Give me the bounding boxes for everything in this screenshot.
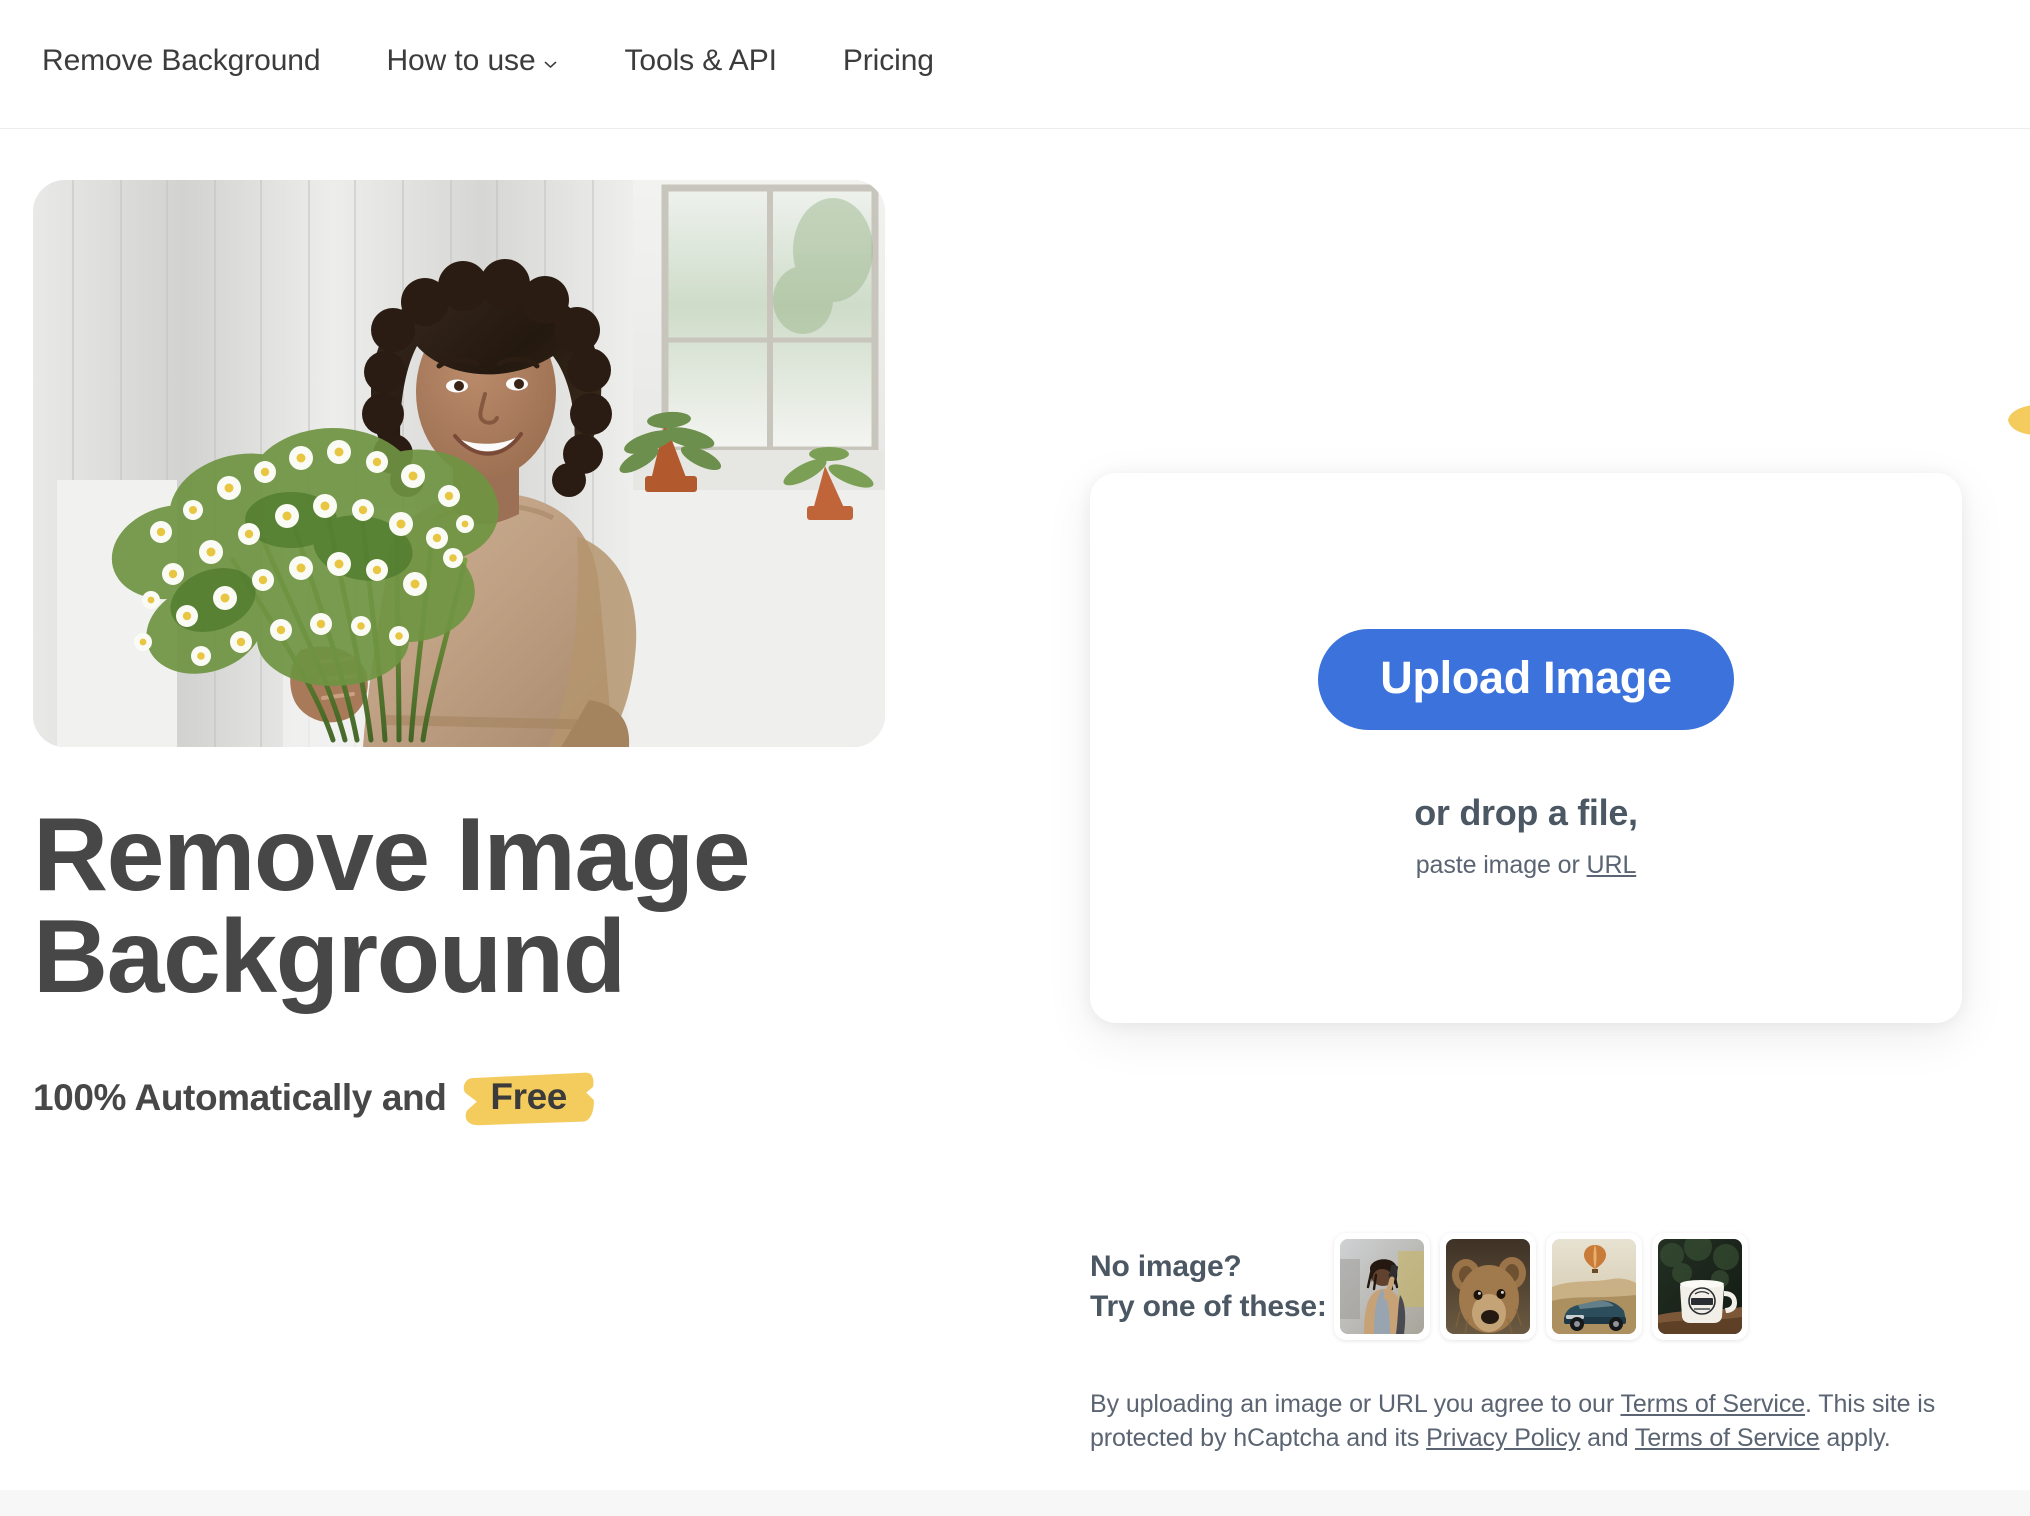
sample-thumbnail-bear[interactable]: [1440, 1233, 1536, 1340]
nav-item-remove-background[interactable]: Remove Background: [42, 36, 321, 86]
drop-file-text: or drop a file,: [1414, 792, 1638, 833]
terms-of-service-link-1[interactable]: Terms of Service: [1620, 1390, 1805, 1418]
legal-part-3: and: [1580, 1423, 1635, 1452]
legal-disclaimer: By uploading an image or URL you agree t…: [1090, 1388, 1970, 1455]
bottom-band: [0, 1490, 2030, 1516]
decorative-yellow-blob: [2008, 405, 2030, 435]
legal-part-1: By uploading an image or URL you agree t…: [1090, 1390, 1621, 1418]
sample-label-line-1: No image?: [1090, 1249, 1242, 1283]
url-link[interactable]: URL: [1587, 851, 1637, 879]
legal-part-4: apply.: [1819, 1423, 1891, 1452]
thumbnail-image: [1446, 1239, 1530, 1334]
page-title-line-2: Background: [33, 898, 626, 1015]
sample-thumbnail-coffee-mug[interactable]: [1652, 1233, 1748, 1340]
site-header: Remove Background How to use Tools & API…: [0, 0, 2030, 129]
sample-label-line-2: Try one of these:: [1090, 1289, 1327, 1323]
upload-dropzone-card[interactable]: Upload Image or drop a file, paste image…: [1090, 473, 1962, 1023]
nav-label: Pricing: [842, 44, 934, 77]
page-subtitle: 100% Automatically and Free: [33, 1069, 963, 1127]
privacy-policy-link[interactable]: Privacy Policy: [1426, 1424, 1580, 1452]
subtitle-prefix: 100% Automatically and: [33, 1076, 447, 1118]
nav-item-pricing[interactable]: Pricing: [843, 36, 934, 86]
hero-right-column: Upload Image or drop a file, paste image…: [1090, 129, 1970, 1516]
upload-image-button[interactable]: Upload Image: [1318, 629, 1734, 730]
terms-of-service-link-2[interactable]: Terms of Service: [1635, 1424, 1820, 1452]
page-title-line-1: Remove Image: [33, 797, 751, 913]
thumbnail-image: [1658, 1239, 1742, 1334]
paste-hint-prefix: paste image or: [1415, 851, 1587, 879]
sample-thumbnail-list: [1334, 1233, 1748, 1340]
page-title: Remove Image Background: [33, 803, 963, 1009]
nav-label: Remove Background: [42, 44, 321, 77]
paste-image-hint: paste image or URL: [1416, 851, 1637, 880]
nav-label: How to use: [386, 44, 536, 77]
sample-thumbnail-person-phone[interactable]: [1334, 1233, 1430, 1340]
nav-item-how-to-use[interactable]: How to use: [386, 36, 558, 86]
free-label: Free: [490, 1075, 567, 1117]
primary-navigation: Remove Background How to use Tools & API…: [0, 36, 934, 86]
thumbnail-image: [1340, 1239, 1424, 1334]
free-highlight: Free: [460, 1069, 595, 1127]
sample-thumbnail-car-balloon[interactable]: [1546, 1233, 1642, 1340]
nav-item-tools-api[interactable]: Tools & API: [625, 36, 777, 86]
hero-left-column: Remove Image Background 100% Automatical…: [33, 180, 963, 1127]
chevron-down-icon: [542, 56, 559, 73]
sample-images-section: No image? Try one of these:: [1090, 1233, 1970, 1340]
hero-photo: [33, 180, 885, 747]
nav-label: Tools & API: [624, 44, 777, 77]
sample-images-label: No image? Try one of these:: [1090, 1247, 1330, 1327]
page-body: Remove Image Background 100% Automatical…: [0, 129, 2030, 1516]
thumbnail-image: [1552, 1239, 1636, 1334]
